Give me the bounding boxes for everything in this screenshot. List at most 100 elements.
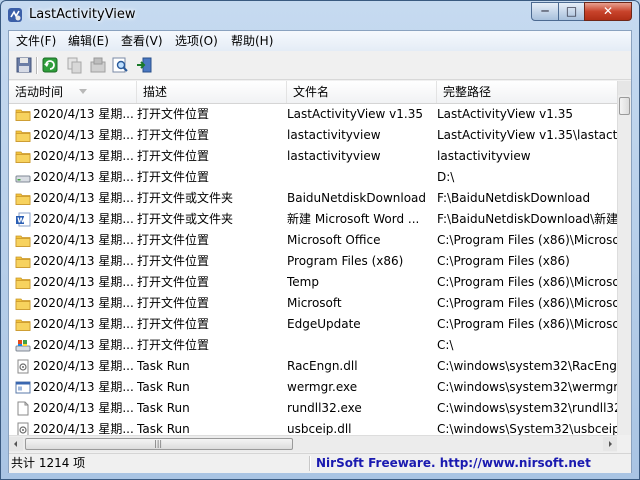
cell-filename: 新建 Microsoft Word ... xyxy=(287,212,420,226)
cell-filename: wermgr.exe xyxy=(287,380,358,394)
exit-icon[interactable] xyxy=(135,56,153,74)
table-row[interactable]: 2020/4/13 星期... 打开文件位置 Microsoft C:\Program… xyxy=(9,293,617,314)
cell-description: 打开文件或文件夹 xyxy=(137,191,234,205)
cell-fullpath: C:\windows\system32\rundll32.exe xyxy=(437,401,617,415)
chevron-right-icon xyxy=(609,441,612,447)
cell-filename: LastActivityView v1.35 xyxy=(287,107,423,121)
folder-icon xyxy=(15,130,31,142)
column-header-description[interactable]: 描述 xyxy=(137,81,287,103)
cell-filename xyxy=(287,167,435,188)
cell-description: 打开文件位置 xyxy=(137,254,210,268)
cell-fullpath: C:\windows\system32\wermgr.exe xyxy=(437,380,617,394)
list-header: 活动时间 描述 文件名 完整路径 xyxy=(9,81,617,104)
cell-time: 2020/4/13 星期... xyxy=(33,149,134,163)
cell-fullpath: C:\windows\system32\RacEngn.dll xyxy=(437,359,617,373)
find-icon[interactable] xyxy=(111,56,129,74)
cell-fullpath: F:\BaiduNetdiskDownload xyxy=(437,191,591,205)
word-document-icon: W xyxy=(16,212,31,227)
vertical-scroll-thumb[interactable] xyxy=(619,97,630,115)
cell-fullpath: LastActivityView v1.35 xyxy=(437,107,573,121)
sort-arrow-icon xyxy=(79,89,87,94)
menu-view[interactable]: 查看(V) xyxy=(121,33,163,49)
column-header-fullpath[interactable]: 完整路径 xyxy=(437,81,617,103)
toolbar xyxy=(9,52,631,80)
copy-icon[interactable] xyxy=(65,56,83,74)
item-count: 共计 1214 项 xyxy=(11,456,86,470)
cell-description: Task Run xyxy=(137,401,190,415)
horizontal-scrollbar[interactable]: ||| xyxy=(9,435,617,452)
toolbar-separator xyxy=(36,57,38,74)
save-icon[interactable] xyxy=(15,56,33,74)
cell-description: 打开文件位置 xyxy=(137,233,210,247)
cell-filename: EdgeUpdate xyxy=(287,317,361,331)
title-bar[interactable]: LastActivityView ─ □ ✕ xyxy=(1,1,639,30)
system-drive-icon xyxy=(15,340,31,352)
cell-time: 2020/4/13 星期... xyxy=(33,233,134,247)
table-row[interactable]: 2020/4/13 星期... 打开文件位置 Microsoft Office C:\… xyxy=(9,230,617,251)
cell-filename xyxy=(287,335,435,356)
maximize-button[interactable]: □ xyxy=(558,2,585,21)
menu-edit[interactable]: 编辑(E) xyxy=(68,33,109,49)
cell-filename: lastactivityview xyxy=(287,149,381,163)
cell-description: 打开文件位置 xyxy=(137,338,210,352)
table-row[interactable]: W 2020/4/13 星期... 打开文件或文件夹 新建 Microsoft Wor… xyxy=(9,209,617,230)
cell-description: 打开文件位置 xyxy=(137,107,210,121)
scroll-right-arrow[interactable] xyxy=(603,437,617,451)
table-row[interactable]: 2020/4/13 星期... 打开文件位置 Program Files (x86)… xyxy=(9,251,617,272)
cell-time: 2020/4/13 星期... xyxy=(33,107,134,121)
scroll-up-arrow[interactable] xyxy=(618,81,631,95)
cell-description: 打开文件位置 xyxy=(137,275,210,289)
cell-description: 打开文件位置 xyxy=(137,170,210,184)
cell-time: 2020/4/13 星期... xyxy=(33,212,134,226)
folder-icon xyxy=(15,319,31,331)
folder-icon xyxy=(15,151,31,163)
chevron-left-icon xyxy=(14,441,17,447)
activity-list[interactable]: 活动时间 描述 文件名 完整路径 2020/4/13 星期... 打开文件位置 La… xyxy=(9,81,631,452)
cell-description: 打开文件或文件夹 xyxy=(137,212,234,226)
cell-time: 2020/4/13 星期... xyxy=(33,359,134,373)
cell-description: 打开文件位置 xyxy=(137,128,210,142)
column-header-time[interactable]: 活动时间 xyxy=(9,81,137,103)
cell-time: 2020/4/13 星期... xyxy=(33,275,134,289)
table-row[interactable]: 2020/4/13 星期... 打开文件位置 lastactivityview las… xyxy=(9,146,617,167)
refresh-icon[interactable] xyxy=(41,56,59,74)
column-header-label: 活动时间 xyxy=(15,85,64,99)
minimize-button[interactable]: ─ xyxy=(531,2,559,21)
nirsoft-link[interactable]: NirSoft Freeware. http://www.nirsoft.net xyxy=(316,456,591,471)
cell-fullpath: C:\Program Files (x86)\Microsoft Office xyxy=(437,233,617,247)
scroll-left-arrow[interactable] xyxy=(9,437,23,451)
menu-bar: 文件(F) 编辑(E) 查看(V) 选项(O) 帮助(H) xyxy=(9,31,631,51)
cell-description: 打开文件位置 xyxy=(137,317,210,331)
svg-text:W: W xyxy=(17,217,25,225)
table-row[interactable]: 2020/4/13 星期... 打开文件位置 C:\ xyxy=(9,335,617,356)
cell-filename: BaiduNetdiskDownload xyxy=(287,191,427,205)
cell-fullpath: C:\Program Files (x86)\Microsoft xyxy=(437,275,617,289)
blank-file-icon xyxy=(17,401,29,416)
table-row[interactable]: 2020/4/13 星期... 打开文件位置 EdgeUpdate C:\Progra… xyxy=(9,314,617,335)
folder-icon xyxy=(15,277,31,289)
table-row[interactable]: 2020/4/13 星期... Task Run rundll32.exe C:\wi… xyxy=(9,398,617,419)
cell-time: 2020/4/13 星期... xyxy=(33,170,134,184)
folder-icon xyxy=(15,256,31,268)
menu-file[interactable]: 文件(F) xyxy=(16,33,56,49)
table-row[interactable]: 2020/4/13 星期... 打开文件位置 D:\ xyxy=(9,167,617,188)
column-header-filename[interactable]: 文件名 xyxy=(287,81,437,103)
close-button[interactable]: ✕ xyxy=(584,2,632,21)
cell-filename: lastactivityview xyxy=(287,128,381,142)
horizontal-scroll-thumb[interactable]: ||| xyxy=(25,438,293,450)
table-row[interactable]: 2020/4/13 星期... 打开文件位置 lastactivityview Las… xyxy=(9,125,617,146)
menu-help[interactable]: 帮助(H) xyxy=(231,33,273,49)
table-row[interactable]: 2020/4/13 星期... Task Run wermgr.exe C:\wind… xyxy=(9,377,617,398)
cell-filename: Program Files (x86) xyxy=(287,254,404,268)
table-row[interactable]: 2020/4/13 星期... 打开文件或文件夹 BaiduNetdiskDownl… xyxy=(9,188,617,209)
vertical-scrollbar[interactable] xyxy=(617,81,631,435)
properties-icon[interactable] xyxy=(89,56,107,74)
table-row[interactable]: 2020/4/13 星期... Task Run RacEngn.dll C:\win… xyxy=(9,356,617,377)
cell-filename: RacEngn.dll xyxy=(287,359,358,373)
cell-description: Task Run xyxy=(137,380,190,394)
table-row[interactable]: 2020/4/13 星期... 打开文件位置 Temp C:\Program File… xyxy=(9,272,617,293)
menu-options[interactable]: 选项(O) xyxy=(175,33,218,49)
table-row[interactable]: 2020/4/13 星期... 打开文件位置 LastActivityView v1… xyxy=(9,104,617,125)
app-window: LastActivityView ─ □ ✕ 文件(F) 编辑(E) 查看(V)… xyxy=(0,0,640,480)
cell-filename: Microsoft xyxy=(287,296,342,310)
